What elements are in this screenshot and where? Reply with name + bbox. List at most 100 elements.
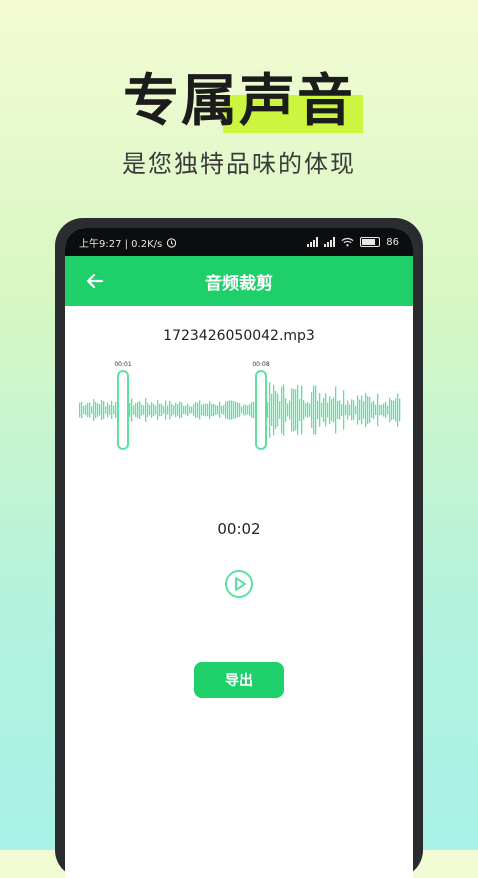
wave-bar — [285, 398, 287, 422]
wave-bar — [277, 393, 279, 427]
wave-bar — [151, 402, 153, 418]
wave-bar — [239, 403, 241, 417]
wave-bar — [385, 401, 387, 419]
export-button[interactable]: 导出 — [194, 662, 284, 698]
wave-bar — [309, 403, 311, 417]
wave-bar — [223, 405, 225, 415]
wave-bar — [247, 405, 249, 415]
wave-bar — [109, 404, 111, 416]
app-bar: 音频裁剪 — [65, 256, 413, 306]
wave-bar — [83, 405, 85, 415]
wave-bar — [245, 404, 247, 416]
wave-bar — [93, 399, 95, 421]
wave-bar — [193, 404, 195, 416]
wave-bar — [251, 402, 253, 418]
wave-bar — [249, 404, 251, 416]
wave-bar — [303, 400, 305, 420]
wave-bar — [139, 400, 141, 420]
wave-bar — [295, 389, 297, 431]
wave-bar — [289, 400, 291, 420]
back-arrow-icon[interactable] — [83, 269, 107, 293]
wave-bar — [163, 406, 165, 414]
wave-bar — [99, 404, 101, 416]
wave-bar — [287, 403, 289, 417]
phone-frame: 上午9:27 | 0.2K/s 86 音频裁剪 1723426050042.mp… — [55, 218, 423, 878]
wave-bar — [135, 403, 137, 417]
wave-bar — [91, 406, 93, 414]
wave-bar — [187, 403, 189, 417]
wave-bar — [199, 400, 201, 420]
wave-bar — [267, 402, 269, 418]
wave-bar — [171, 403, 173, 417]
wave-bar — [323, 397, 325, 423]
wave-bar — [291, 388, 293, 432]
phone-screen: 上午9:27 | 0.2K/s 86 音频裁剪 1723426050042.mp… — [65, 228, 413, 878]
wave-bar — [173, 405, 175, 415]
wave-bar — [273, 384, 275, 436]
wave-bar — [321, 402, 323, 418]
alarm-icon — [167, 237, 177, 248]
wave-bar — [231, 400, 233, 420]
wave-bar — [111, 400, 113, 420]
wave-bar — [329, 396, 331, 424]
wave-bar — [279, 401, 281, 419]
play-icon[interactable] — [223, 568, 255, 600]
wave-bar — [241, 406, 243, 414]
wave-bar — [221, 406, 223, 414]
wave-bar — [141, 404, 143, 416]
wave-bar — [373, 400, 375, 420]
wave-bar — [153, 404, 155, 416]
waveform-editor[interactable]: 00:01 00:08 — [65, 356, 413, 466]
wave-bar — [293, 388, 295, 432]
wave-bar — [243, 404, 245, 416]
wave-bar — [379, 404, 381, 416]
wifi-icon — [341, 237, 354, 247]
wave-bar — [369, 397, 371, 423]
wave-bar — [361, 395, 363, 425]
wave-bar — [195, 402, 197, 418]
wave-bar — [325, 393, 327, 427]
trim-handle-start[interactable] — [117, 370, 129, 450]
wave-bar — [349, 404, 351, 416]
wave-bar — [97, 403, 99, 417]
wave-bar — [155, 405, 157, 415]
signal-icon — [307, 237, 319, 247]
wave-bar — [359, 399, 361, 421]
audio-filename: 1723426050042.mp3 — [163, 328, 315, 344]
wave-bar — [159, 403, 161, 417]
wave-bar — [351, 399, 353, 421]
wave-bar — [179, 401, 181, 419]
wave-bar — [147, 402, 149, 418]
wave-bar — [165, 400, 167, 420]
battery-level: 86 — [386, 236, 399, 248]
wave-bar — [207, 403, 209, 417]
wave-bar — [219, 401, 221, 419]
wave-bar — [347, 400, 349, 420]
wave-bar — [375, 404, 377, 416]
wave-bar — [327, 402, 329, 418]
wave-bar — [335, 386, 337, 434]
battery-icon — [360, 237, 381, 247]
trim-handle-end[interactable] — [255, 370, 267, 450]
wave-bar — [143, 405, 145, 415]
wave-bar — [205, 403, 207, 417]
wave-bar — [301, 385, 303, 435]
wave-bar — [341, 403, 343, 417]
wave-bar — [271, 393, 273, 427]
wave-bar — [95, 401, 97, 419]
handle-end-time: 00:08 — [252, 361, 269, 368]
wave-bar — [215, 405, 217, 415]
wave-bar — [357, 395, 359, 425]
wave-bar — [85, 404, 87, 416]
wave-bar — [383, 403, 385, 417]
wave-bar — [169, 400, 171, 420]
wave-bar — [315, 385, 317, 435]
wave-bar — [235, 401, 237, 419]
wave-bar — [253, 401, 255, 419]
wave-bar — [233, 400, 235, 420]
wave-bar — [217, 405, 219, 415]
wave-bar — [365, 392, 367, 428]
wave-bar — [317, 400, 319, 420]
wave-bar — [297, 384, 299, 436]
wave-bar — [189, 406, 191, 414]
